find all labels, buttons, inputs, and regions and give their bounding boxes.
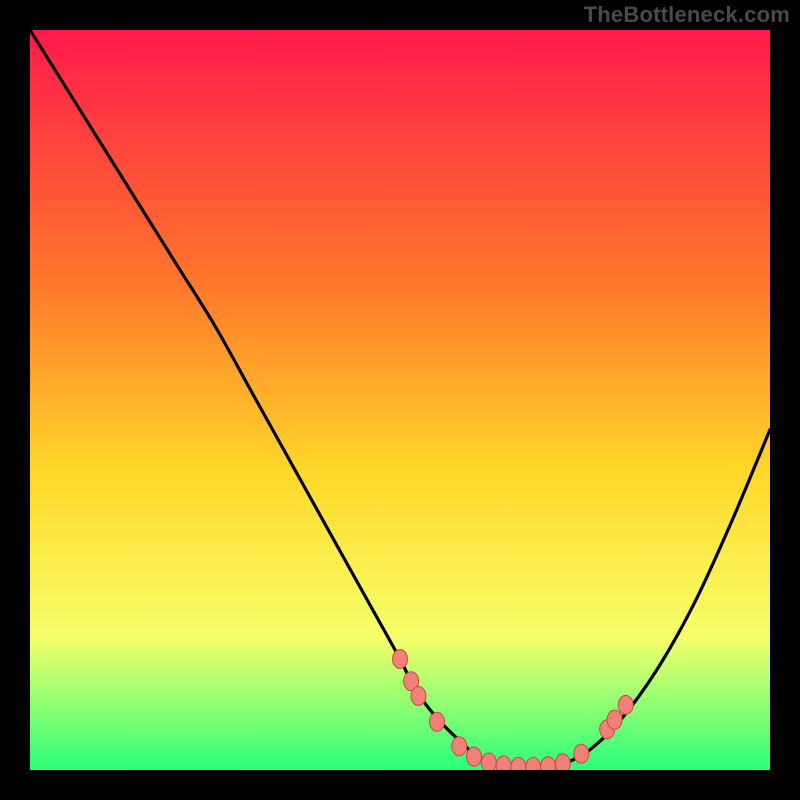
- chart-frame: TheBottleneck.com: [0, 0, 800, 800]
- bottleneck-chart: [30, 30, 770, 770]
- watermark-text: TheBottleneck.com: [584, 2, 790, 28]
- data-point: [607, 710, 622, 729]
- data-point: [555, 754, 570, 770]
- plot-area: [30, 30, 770, 770]
- data-point: [467, 747, 482, 766]
- data-point: [496, 756, 511, 770]
- data-point: [452, 737, 467, 756]
- data-point: [411, 687, 426, 706]
- data-point: [541, 757, 556, 770]
- data-point: [618, 695, 633, 714]
- data-point: [574, 744, 589, 763]
- data-point: [393, 650, 408, 669]
- data-point: [430, 712, 445, 731]
- data-point: [481, 753, 496, 770]
